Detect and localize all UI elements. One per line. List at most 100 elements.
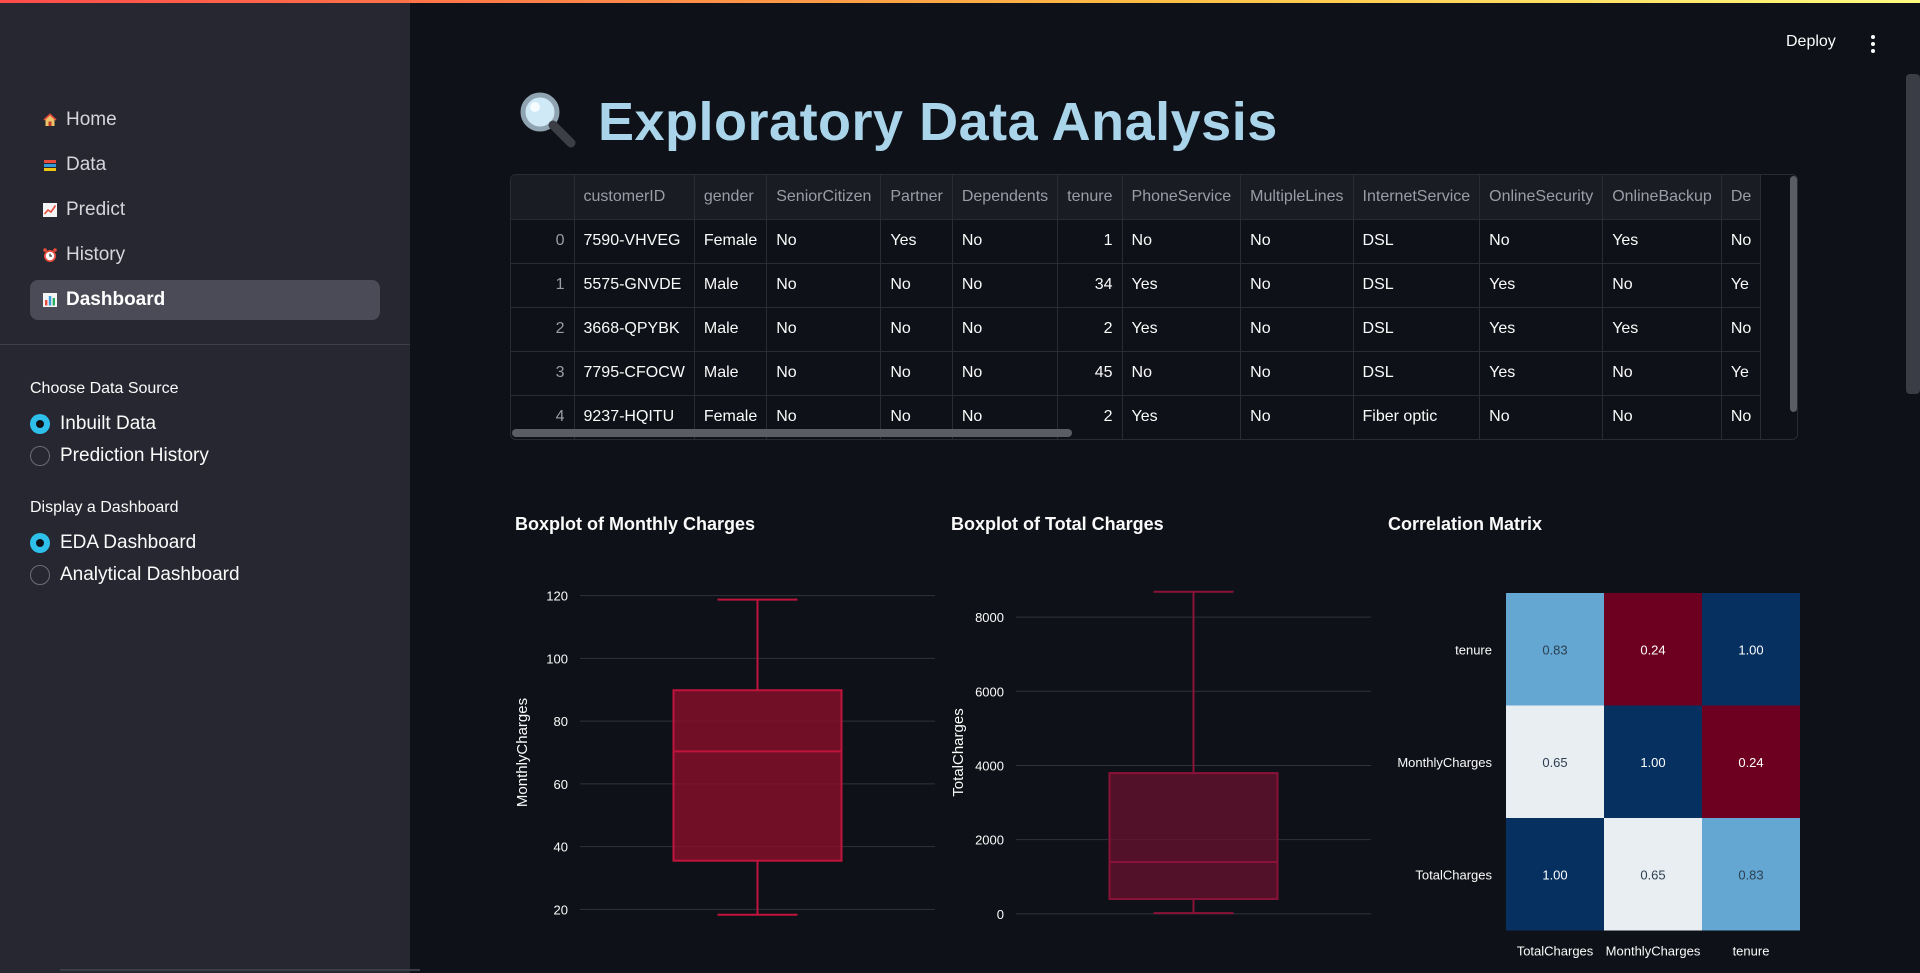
table-index-header[interactable] (511, 175, 575, 220)
table-cell[interactable]: No (1479, 219, 1604, 264)
table-cell[interactable]: No (1240, 351, 1354, 396)
table-cell[interactable]: Ye (1721, 351, 1762, 396)
table-cell[interactable]: 2 (1057, 307, 1123, 352)
table-cell[interactable]: No (952, 219, 1059, 264)
table-column-header[interactable]: Dependents (952, 175, 1059, 220)
table-cell[interactable]: Yes (1602, 219, 1722, 264)
table-cell[interactable]: 1 (1057, 219, 1123, 264)
table-column-header[interactable]: tenure (1057, 175, 1123, 220)
table-cell[interactable]: No (1602, 263, 1722, 308)
table-cell[interactable]: 5575-GNVDE (574, 263, 695, 308)
table-cell[interactable]: 3668-QPYBK (574, 307, 695, 352)
table-cell[interactable]: No (1721, 307, 1762, 352)
heatmap-value: 0.65 (1640, 867, 1665, 882)
radio-prediction-history[interactable]: Prediction History (30, 440, 390, 472)
table-cell[interactable]: 45 (1057, 351, 1123, 396)
table-cell[interactable]: No (880, 263, 953, 308)
table-column-header[interactable]: PhoneService (1122, 175, 1242, 220)
table-cell[interactable]: 7795-CFOCW (574, 351, 695, 396)
table-row-index: 0 (511, 219, 575, 264)
radio-inbuilt-data[interactable]: Inbuilt Data (30, 408, 390, 440)
table-column-header[interactable]: Partner (880, 175, 953, 220)
sidebar-item-label: Data (66, 154, 107, 175)
table-column-header[interactable]: OnlineBackup (1602, 175, 1722, 220)
table-cell[interactable]: Yes (1602, 307, 1722, 352)
monthly-charges-boxplot: 20 40 60 80 100 120 MonthlyCharges (514, 589, 935, 917)
sidebar-item-predict[interactable]: Predict (30, 190, 380, 230)
table-cell[interactable]: DSL (1353, 351, 1481, 396)
table-column-header[interactable]: OnlineSecurity (1479, 175, 1604, 220)
table-row[interactable]: 1 5575-GNVDE Male No No No 34 Yes No DSL Yes No Ye (511, 263, 1762, 308)
table-cell[interactable]: No (880, 307, 953, 352)
table-cell[interactable]: Yes (1122, 307, 1242, 352)
table-cell[interactable]: No (1240, 395, 1354, 439)
table-cell[interactable]: Yes (1479, 307, 1604, 352)
table-cell[interactable]: No (1721, 395, 1762, 439)
table-vertical-scrollbar[interactable] (1790, 176, 1797, 412)
table-cell[interactable]: Yes (1122, 263, 1242, 308)
heatmap-col-label: tenure (1733, 944, 1770, 959)
table-cell[interactable]: No (1240, 263, 1354, 308)
table-column-header[interactable]: MultipleLines (1240, 175, 1354, 220)
sidebar-item-home[interactable]: Home (30, 100, 380, 140)
data-table[interactable]: customerID gender SeniorCitizen Partner Depe… (510, 174, 1798, 440)
table-cell[interactable]: Male (694, 263, 768, 308)
page-scrollbar[interactable] (1906, 74, 1920, 394)
chart-increasing-icon (42, 202, 58, 218)
page-title-text: Exploratory Data Analysis (598, 91, 1278, 152)
sidebar-item-dashboard[interactable]: Dashboard (30, 280, 380, 320)
table-row[interactable]: 0 7590-VHVEG Female No Yes No 1 No No DSL No Yes No (511, 219, 1762, 264)
radio-analytical-dashboard[interactable]: Analytical Dashboard (30, 559, 390, 591)
table-cell[interactable]: No (1240, 307, 1354, 352)
table-horizontal-scrollbar[interactable] (512, 429, 1072, 437)
table-cell[interactable]: No (1240, 219, 1354, 264)
table-cell[interactable]: Fiber optic (1353, 395, 1481, 439)
table-row[interactable]: 3 7795-CFOCW Male No No No 45 No No DSL Yes No Ye (511, 351, 1762, 396)
radio-label: Inbuilt Data (60, 413, 157, 434)
table-cell[interactable]: No (952, 307, 1059, 352)
deploy-button[interactable]: Deploy (1786, 33, 1836, 51)
table-cell[interactable]: No (766, 263, 882, 308)
radio-selected-icon (30, 414, 50, 434)
table-cell[interactable]: No (1721, 219, 1762, 264)
table-cell[interactable]: No (766, 307, 882, 352)
table-cell[interactable]: No (952, 263, 1059, 308)
iqr-box (1108, 772, 1279, 900)
table-cell[interactable]: 7590-VHVEG (574, 219, 695, 264)
y-tick-label: 8000 (975, 610, 1004, 625)
table-column-header[interactable]: SeniorCitizen (766, 175, 882, 220)
table-column-header[interactable]: customerID (574, 175, 695, 220)
table-cell[interactable]: Yes (1122, 395, 1242, 439)
table-cell[interactable]: Yes (1479, 263, 1604, 308)
sidebar-item-data[interactable]: Data (30, 145, 380, 185)
table-row-index: 1 (511, 263, 575, 308)
table-cell[interactable]: No (1122, 351, 1242, 396)
table-row[interactable]: 2 3668-QPYBK Male No No No 2 Yes No DSL Yes Yes No (511, 307, 1762, 352)
table-cell[interactable]: Male (694, 351, 768, 396)
table-cell[interactable]: No (766, 219, 882, 264)
table-cell[interactable]: Male (694, 307, 768, 352)
table-cell[interactable]: Ye (1721, 263, 1762, 308)
table-cell[interactable]: Female (694, 219, 768, 264)
y-tick-label: 60 (554, 777, 568, 792)
y-axis-label: MonthlyCharges (514, 698, 531, 807)
table-column-header[interactable]: InternetService (1353, 175, 1481, 220)
table-cell[interactable]: No (1122, 219, 1242, 264)
radio-eda-dashboard[interactable]: EDA Dashboard (30, 527, 390, 559)
sidebar-item-history[interactable]: History (30, 235, 380, 275)
table-cell[interactable]: DSL (1353, 307, 1481, 352)
table-cell[interactable]: No (1479, 395, 1604, 439)
table-cell[interactable]: DSL (1353, 219, 1481, 264)
table-cell[interactable]: No (880, 351, 953, 396)
table-cell[interactable]: Yes (880, 219, 953, 264)
table-cell[interactable]: 34 (1057, 263, 1123, 308)
table-cell[interactable]: No (1602, 395, 1722, 439)
table-cell[interactable]: Yes (1479, 351, 1604, 396)
table-column-header[interactable]: De (1721, 175, 1762, 220)
table-cell[interactable]: No (1602, 351, 1722, 396)
more-options-icon[interactable] (1866, 32, 1878, 56)
table-cell[interactable]: No (766, 351, 882, 396)
table-cell[interactable]: No (952, 351, 1059, 396)
table-cell[interactable]: DSL (1353, 263, 1481, 308)
table-column-header[interactable]: gender (694, 175, 768, 220)
